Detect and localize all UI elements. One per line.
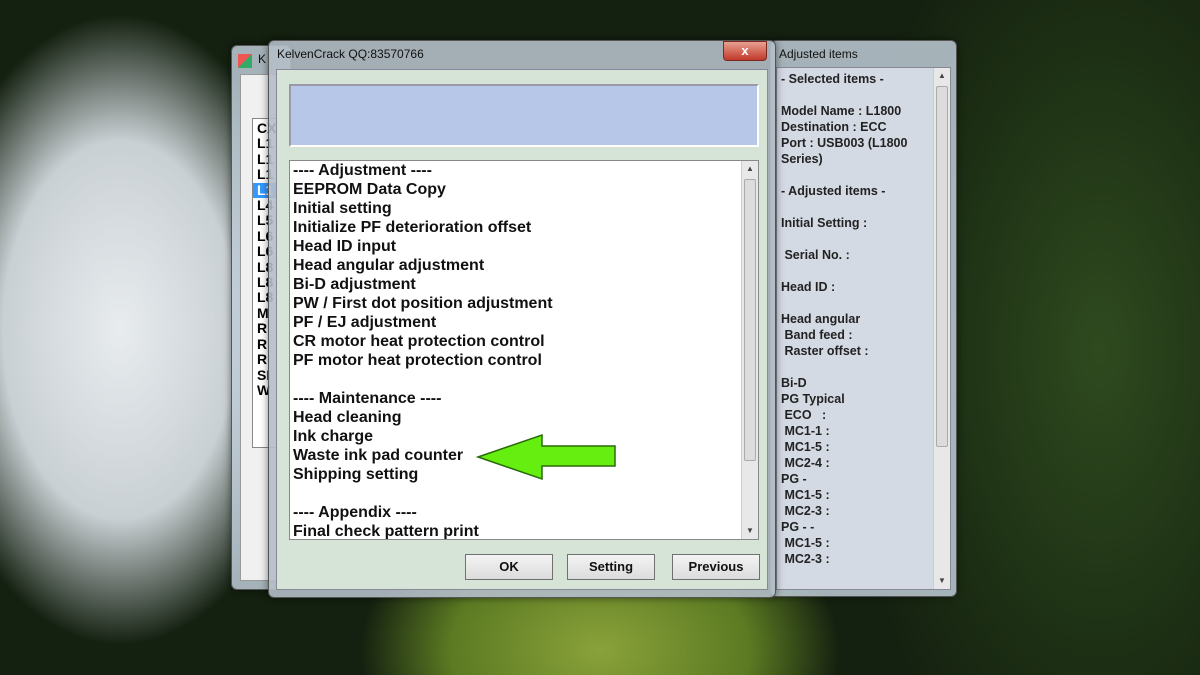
list-item[interactable]: Initialize PF deterioration offset (293, 219, 531, 237)
scroll-thumb[interactable] (936, 86, 948, 447)
list-section-header: ---- Appendix ---- (293, 504, 417, 521)
function-list[interactable]: ▲ ▼ ---- Adjustment ---- EEPROM Data Copy… (289, 160, 759, 540)
list-section-header: ---- Adjustment ---- (293, 162, 432, 179)
list-item[interactable]: Head ID input (293, 238, 396, 256)
ok-button[interactable]: OK (465, 554, 553, 580)
scroll-down-icon[interactable]: ▼ (742, 523, 758, 539)
window-title: KelvenCrack QQ:83570766 (277, 47, 424, 61)
list-item[interactable]: Ink charge (293, 428, 373, 446)
app-icon (238, 54, 252, 68)
list-item[interactable]: Bi-D adjustment (293, 276, 416, 294)
adjusted-items-window: Adjusted items - Selected items - Model … (770, 40, 957, 597)
list-item[interactable]: Shipping setting (293, 466, 418, 484)
list-item[interactable]: Head cleaning (293, 409, 401, 427)
list-item[interactable]: Final check pattern print (293, 523, 479, 539)
scroll-thumb[interactable] (744, 179, 756, 461)
list-item[interactable]: Initial setting (293, 200, 392, 218)
list-item[interactable]: PW / First dot position adjustment (293, 295, 553, 313)
scroll-up-icon[interactable]: ▲ (742, 161, 758, 177)
scroll-down-icon[interactable]: ▼ (934, 573, 950, 589)
adjusted-items-pane: - Selected items - Model Name : L1800 De… (776, 67, 951, 590)
list-item[interactable]: PF motor heat protection control (293, 352, 542, 370)
list-item[interactable]: EEPROM Data Copy (293, 181, 446, 199)
list-item[interactable]: Waste ink pad counter (293, 447, 463, 465)
close-button[interactable]: x (723, 41, 767, 61)
window-title: K (258, 52, 267, 66)
window-title: Adjusted items (779, 47, 858, 61)
previous-button[interactable]: Previous (672, 554, 760, 580)
kelvencrack-dialog: KelvenCrack QQ:83570766 x ▲ ▼ ---- Adjus… (268, 40, 776, 598)
scroll-up-icon[interactable]: ▲ (934, 68, 950, 84)
list-item[interactable]: Head angular adjustment (293, 257, 484, 275)
adjusted-items-text: - Selected items - Model Name : L1800 De… (781, 72, 908, 566)
scrollbar[interactable]: ▲ ▼ (741, 161, 758, 539)
list-item[interactable]: PF / EJ adjustment (293, 314, 436, 332)
scrollbar[interactable]: ▲ ▼ (933, 68, 950, 589)
status-display (289, 84, 759, 147)
list-item[interactable]: CR motor heat protection control (293, 333, 545, 351)
list-section-header: ---- Maintenance ---- (293, 390, 442, 407)
dialog-body: ▲ ▼ ---- Adjustment ---- EEPROM Data Copy… (276, 69, 768, 590)
setting-button[interactable]: Setting (567, 554, 655, 580)
green-arrow-icon (476, 433, 616, 481)
